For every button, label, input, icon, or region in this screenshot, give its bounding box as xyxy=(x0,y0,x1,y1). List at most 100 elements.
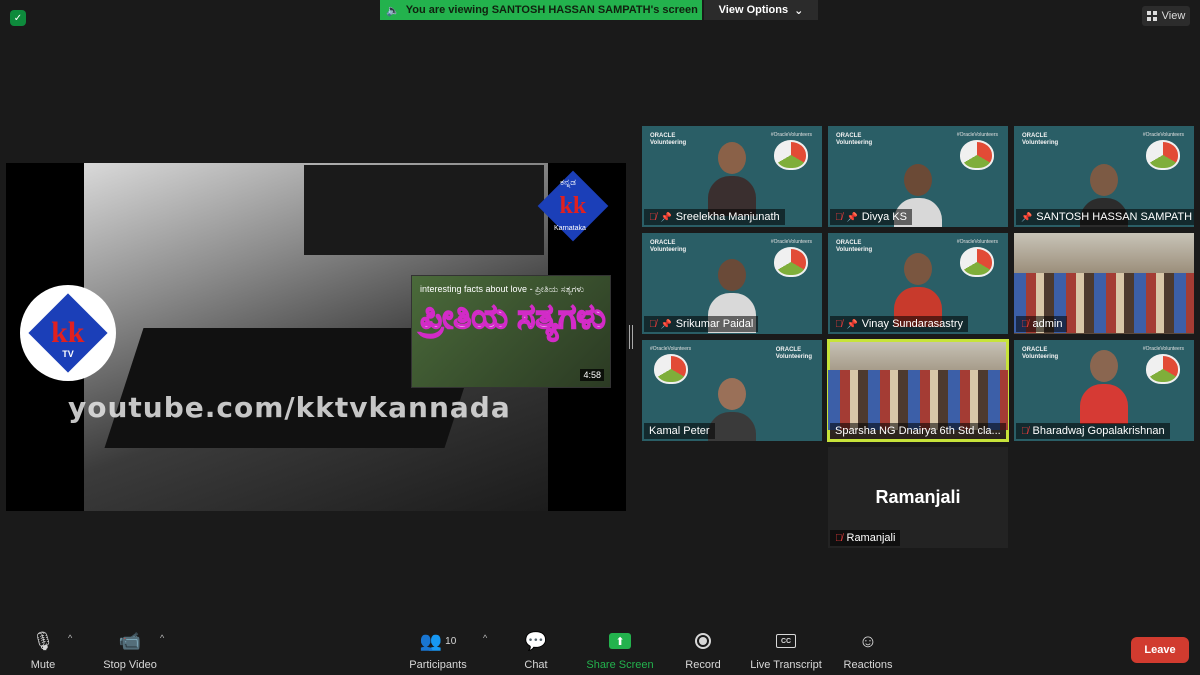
participant-video xyxy=(708,142,756,216)
participant-name: Vinay Sundarasastry xyxy=(861,318,964,330)
mic-muted-icon: 🎙̸ xyxy=(649,211,657,223)
participant-nameplate: 🎙̸ admin xyxy=(1016,316,1068,332)
participant-video xyxy=(708,259,756,333)
participant-tile[interactable]: Ramanjali 🎙̸ Ramanjali xyxy=(828,447,1008,548)
participant-nameplate: 🎙̸ 📌 Vinay Sundarasastry xyxy=(830,316,969,332)
mic-muted-icon: 🎙̸ xyxy=(835,211,843,223)
participants-options-caret[interactable]: ^ xyxy=(483,633,487,643)
tile-tag: #OracleVolunteers xyxy=(650,346,692,352)
participant-name: Sreelekha Manjunath xyxy=(675,211,780,223)
volunteer-heart-icon xyxy=(960,140,994,170)
pin-icon: 📌 xyxy=(660,211,672,222)
participant-nameplate: 🎙̸ Bharadwaj Gopalakrishnan xyxy=(1016,423,1170,439)
record-button[interactable]: Record xyxy=(684,629,722,671)
participant-tile[interactable]: 🎙̸ admin xyxy=(1014,233,1194,334)
pin-icon: 📌 xyxy=(660,318,672,329)
participant-tile[interactable]: ORACLE Volunteering #OracleVolunteers 🎙̸ … xyxy=(642,126,822,227)
chalkboard xyxy=(304,165,544,255)
live-transcript-button[interactable]: CC Live Transcript xyxy=(748,629,824,671)
volunteer-heart-icon xyxy=(774,247,808,277)
participant-name: Bharadwaj Gopalakrishnan xyxy=(1032,425,1165,437)
participants-button[interactable]: 👥 10 Participants xyxy=(406,629,470,672)
tile-brand: ORACLE Volunteering xyxy=(650,133,687,146)
split-divider-handle[interactable] xyxy=(629,325,633,349)
stop-video-label: Stop Video xyxy=(103,659,157,671)
video-camera-icon: 📹 xyxy=(118,630,142,651)
kk-karnataka-logo-bottom: Karnataka xyxy=(554,225,586,232)
participant-nameplate: 🎙̸ 📌 Sreelekha Manjunath xyxy=(644,209,785,225)
video-thumbnail: interesting facts about love - ಪ್ರೀತಿಯ ಸ… xyxy=(411,275,611,388)
participant-tile[interactable]: ORACLE Volunteering #OracleVolunteers 🎙̸ … xyxy=(1014,340,1194,441)
volunteer-heart-icon xyxy=(960,247,994,277)
tile-tag: #OracleVolunteers xyxy=(770,239,812,245)
channel-watermark: youtube.com/kktvkannada xyxy=(68,391,511,424)
participant-name: Srikumar Paidal xyxy=(675,318,754,330)
participant-nameplate: 📌 SANTOSH HASSAN SAMPATH xyxy=(1016,209,1194,225)
shared-screen[interactable]: kk TV kk ಕನ್ನಡ Karnataka youtube.com/kkt… xyxy=(6,163,626,511)
video-thumbnail-kannada: ಪ್ರೀತಿಯ ಸತ್ಯಗಳು xyxy=(420,297,607,337)
top-bar: ✓ 🔈 You are viewing SANTOSH HASSAN SAMPA… xyxy=(0,0,1200,34)
tile-brand: ORACLE Volunteering xyxy=(1022,347,1059,360)
participant-video xyxy=(708,378,756,441)
tile-brand: ORACLE Volunteering xyxy=(836,133,873,146)
participant-tile-active-speaker[interactable]: Sparsha NG Dnairya 6th Std cla... xyxy=(827,339,1009,442)
pin-icon: 📌 xyxy=(846,211,858,222)
security-shield-icon[interactable]: ✓ xyxy=(10,10,26,26)
reactions-button[interactable]: ☺ Reactions xyxy=(842,629,894,672)
pin-icon: 📌 xyxy=(1021,211,1033,222)
tile-brand: ORACLE Volunteering xyxy=(1022,133,1059,146)
mute-options-caret[interactable]: ^ xyxy=(68,633,72,643)
microphone-icon: 🎙 xyxy=(31,630,55,651)
participant-tile[interactable]: ORACLE Volunteering #OracleVolunteers 🎙̸ … xyxy=(828,233,1008,334)
participant-tile[interactable]: ORACLE Volunteering #OracleVolunteers Kam… xyxy=(642,340,822,441)
tile-tag: #OracleVolunteers xyxy=(1142,346,1184,352)
screen-share-banner-text: You are viewing SANTOSH HASSAN SAMPATH's… xyxy=(405,4,698,16)
mic-muted-icon: 🎙̸ xyxy=(835,318,843,330)
mic-muted-icon: 🎙̸ xyxy=(1021,425,1029,437)
tile-tag: #OracleVolunteers xyxy=(956,239,998,245)
share-screen-label: Share Screen xyxy=(586,659,654,671)
participant-tile[interactable]: ORACLE Volunteering #OracleVolunteers 🎙̸ … xyxy=(642,233,822,334)
screen-share-banner: 🔈 You are viewing SANTOSH HASSAN SAMPATH… xyxy=(380,0,702,20)
chevron-down-icon: ⌄ xyxy=(794,4,804,17)
kk-karnataka-logo-text: kk xyxy=(559,192,587,219)
view-options-button[interactable]: View Options ⌄ xyxy=(704,0,818,20)
view-options-label: View Options xyxy=(718,4,789,16)
tile-brand: ORACLE Volunteering xyxy=(836,240,873,253)
tile-brand: ORACLE Volunteering xyxy=(775,347,812,360)
participant-nameplate: 🎙̸ 📌 Divya KS xyxy=(830,209,912,225)
kk-tv-logo: kk TV xyxy=(20,285,116,381)
participant-nameplate: Kamal Peter xyxy=(644,423,715,439)
stop-video-button[interactable]: 📹 Stop Video xyxy=(100,629,160,672)
leave-button[interactable]: Leave xyxy=(1131,637,1189,663)
live-transcript-label: Live Transcript xyxy=(750,659,822,671)
chat-label: Chat xyxy=(524,659,548,671)
volunteer-heart-icon xyxy=(1146,354,1180,384)
tile-brand: ORACLE Volunteering xyxy=(650,240,687,253)
chat-button[interactable]: 💬 Chat xyxy=(522,629,550,672)
participant-nameplate: Sparsha NG Dnairya 6th Std cla... xyxy=(830,423,1006,439)
share-screen-button[interactable]: ⬆ Share Screen xyxy=(586,629,654,671)
kk-tv-logo-text: kk xyxy=(51,316,85,349)
participant-tile[interactable]: ORACLE Volunteering #OracleVolunteers 📌 S… xyxy=(1014,126,1194,227)
participant-name-large: Ramanjali xyxy=(875,487,961,507)
share-screen-icon: ⬆ xyxy=(609,633,631,649)
reactions-label: Reactions xyxy=(843,659,893,671)
volunteer-heart-icon xyxy=(774,140,808,170)
closed-caption-icon: CC xyxy=(776,634,796,648)
video-duration: 4:58 xyxy=(580,369,604,381)
mute-label: Mute xyxy=(30,659,56,671)
tile-tag: #OracleVolunteers xyxy=(1142,132,1184,138)
participant-tile[interactable]: ORACLE Volunteering #OracleVolunteers 🎙̸ … xyxy=(828,126,1008,227)
view-label: View xyxy=(1161,10,1186,22)
mute-button[interactable]: 🎙 Mute xyxy=(28,629,58,672)
participant-name: Kamal Peter xyxy=(649,425,710,437)
participant-nameplate: 🎙̸ 📌 Srikumar Paidal xyxy=(644,316,759,332)
participant-video xyxy=(894,253,942,327)
kk-karnataka-logo-top: ಕನ್ನಡ xyxy=(560,177,577,187)
video-options-caret[interactable]: ^ xyxy=(160,633,164,643)
record-icon xyxy=(695,633,711,649)
participants-count: 10 xyxy=(445,635,457,647)
kk-tv-logo-sub: TV xyxy=(62,349,74,359)
view-button[interactable]: View xyxy=(1142,6,1190,26)
